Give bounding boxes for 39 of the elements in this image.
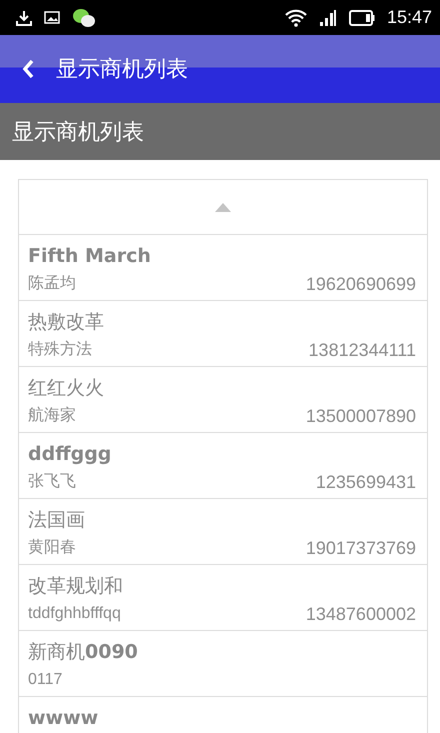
list-item[interactable]: 热敷改革 特殊方法 13812344111 [19, 301, 427, 367]
item-title: Fifth March [28, 244, 152, 269]
phone-number: 13487600002 [306, 603, 416, 626]
battery-icon [348, 10, 375, 26]
phone-number: 19620690699 [306, 273, 416, 296]
phone-number: 13812344111 [308, 339, 416, 362]
contact-name: 陈孟均 [28, 274, 76, 294]
item-title: 法国画 [28, 508, 86, 533]
section-title: 显示商机列表 [12, 118, 144, 146]
item-title: 新商机0090 [28, 640, 139, 665]
wifi-icon [284, 8, 307, 26]
contact-name: tddfghhbfffqq [28, 604, 121, 624]
list-item[interactable]: 改革规划和 tddfghhbfffqq 13487600002 [19, 565, 427, 631]
contact-name: 黄阳春 [28, 538, 76, 558]
signal-icon [318, 8, 337, 26]
phone-number: 13500007890 [306, 405, 416, 428]
app-title: 显示商机列表 [56, 56, 188, 84]
item-title: 热敷改革 [28, 310, 105, 335]
clock-time: 15:47 [386, 7, 432, 28]
item-title: 改革规划和 [28, 574, 124, 599]
item-title: 红红火火 [28, 376, 105, 401]
image-icon [44, 11, 60, 24]
list-item[interactable]: 新商机0090 0117 [19, 631, 427, 697]
list-item[interactable]: wwww [19, 697, 427, 733]
list-item[interactable]: 法国画 黄阳春 19017373769 [19, 499, 427, 565]
contact-name: 特殊方法 [28, 340, 92, 360]
item-title: wwww [28, 706, 100, 731]
list-item[interactable]: Fifth March 陈孟均 19620690699 [19, 235, 427, 301]
download-icon [16, 10, 32, 26]
contact-name: 航海家 [28, 406, 76, 426]
phone-number: 1235699431 [316, 471, 416, 494]
list-item[interactable]: 红红火火 航海家 13500007890 [19, 367, 427, 433]
contact-name: 0117 [28, 670, 62, 690]
list-item[interactable]: ddffggg 张飞飞 1235699431 [19, 433, 427, 499]
phone-number: 19017373769 [306, 537, 416, 560]
chat-icon [72, 8, 96, 28]
contact-name: 张飞飞 [28, 472, 76, 492]
back-icon[interactable] [22, 59, 34, 79]
item-title: ddffggg [28, 442, 112, 467]
